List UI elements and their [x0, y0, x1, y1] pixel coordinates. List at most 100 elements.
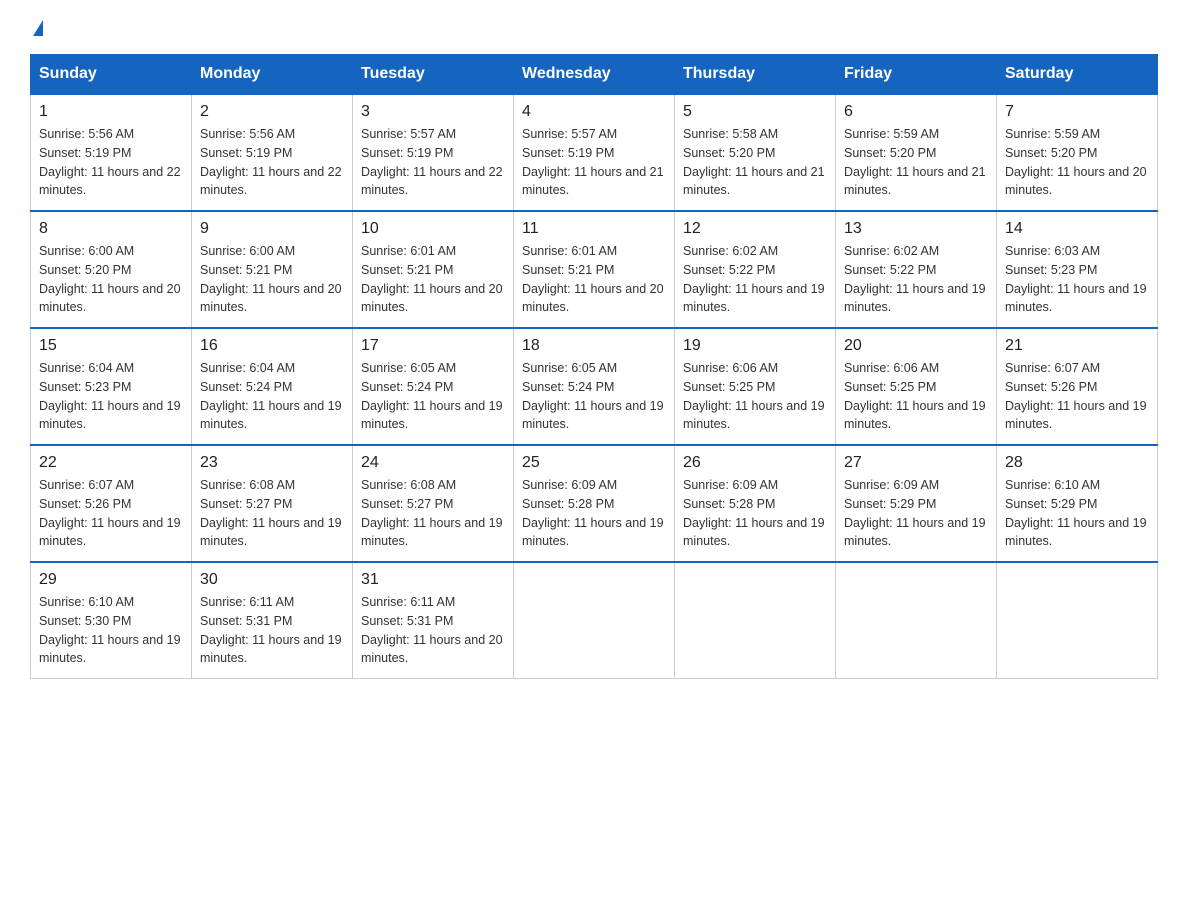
- sunset-label: Sunset: 5:23 PM: [1005, 263, 1097, 277]
- sunset-label: Sunset: 5:20 PM: [39, 263, 131, 277]
- day-info: Sunrise: 6:05 AM Sunset: 5:24 PM Dayligh…: [361, 359, 505, 434]
- calendar-cell: 15 Sunrise: 6:04 AM Sunset: 5:23 PM Dayl…: [31, 328, 192, 445]
- calendar-cell: 18 Sunrise: 6:05 AM Sunset: 5:24 PM Dayl…: [514, 328, 675, 445]
- sunset-label: Sunset: 5:26 PM: [1005, 380, 1097, 394]
- sunrise-label: Sunrise: 5:58 AM: [683, 127, 778, 141]
- daylight-label: Daylight: 11 hours and 20 minutes.: [361, 282, 503, 315]
- day-info: Sunrise: 6:06 AM Sunset: 5:25 PM Dayligh…: [844, 359, 988, 434]
- sunset-label: Sunset: 5:27 PM: [361, 497, 453, 511]
- day-number: 17: [361, 337, 505, 355]
- day-info: Sunrise: 6:01 AM Sunset: 5:21 PM Dayligh…: [361, 242, 505, 317]
- calendar-cell: 11 Sunrise: 6:01 AM Sunset: 5:21 PM Dayl…: [514, 211, 675, 328]
- weekday-header-monday: Monday: [192, 55, 353, 95]
- day-number: 1: [39, 103, 183, 121]
- daylight-label: Daylight: 11 hours and 19 minutes.: [844, 516, 986, 549]
- sunset-label: Sunset: 5:29 PM: [844, 497, 936, 511]
- day-info: Sunrise: 6:09 AM Sunset: 5:29 PM Dayligh…: [844, 476, 988, 551]
- day-info: Sunrise: 5:56 AM Sunset: 5:19 PM Dayligh…: [39, 125, 183, 200]
- daylight-label: Daylight: 11 hours and 19 minutes.: [522, 516, 664, 549]
- sunrise-label: Sunrise: 5:56 AM: [200, 127, 295, 141]
- day-number: 9: [200, 220, 344, 238]
- day-info: Sunrise: 6:05 AM Sunset: 5:24 PM Dayligh…: [522, 359, 666, 434]
- sunset-label: Sunset: 5:24 PM: [361, 380, 453, 394]
- sunset-label: Sunset: 5:20 PM: [1005, 146, 1097, 160]
- daylight-label: Daylight: 11 hours and 21 minutes.: [844, 165, 986, 198]
- daylight-label: Daylight: 11 hours and 22 minutes.: [361, 165, 503, 198]
- sunrise-label: Sunrise: 5:59 AM: [844, 127, 939, 141]
- day-info: Sunrise: 6:04 AM Sunset: 5:23 PM Dayligh…: [39, 359, 183, 434]
- daylight-label: Daylight: 11 hours and 19 minutes.: [39, 516, 181, 549]
- day-number: 21: [1005, 337, 1149, 355]
- calendar-cell: 14 Sunrise: 6:03 AM Sunset: 5:23 PM Dayl…: [997, 211, 1158, 328]
- sunset-label: Sunset: 5:25 PM: [844, 380, 936, 394]
- daylight-label: Daylight: 11 hours and 20 minutes.: [361, 633, 503, 666]
- day-info: Sunrise: 6:07 AM Sunset: 5:26 PM Dayligh…: [1005, 359, 1149, 434]
- calendar-cell: 3 Sunrise: 5:57 AM Sunset: 5:19 PM Dayli…: [353, 94, 514, 211]
- calendar-cell: 6 Sunrise: 5:59 AM Sunset: 5:20 PM Dayli…: [836, 94, 997, 211]
- sunset-label: Sunset: 5:19 PM: [39, 146, 131, 160]
- calendar-cell: 5 Sunrise: 5:58 AM Sunset: 5:20 PM Dayli…: [675, 94, 836, 211]
- calendar-cell: 22 Sunrise: 6:07 AM Sunset: 5:26 PM Dayl…: [31, 445, 192, 562]
- calendar-week-5: 29 Sunrise: 6:10 AM Sunset: 5:30 PM Dayl…: [31, 562, 1158, 679]
- sunrise-label: Sunrise: 6:10 AM: [1005, 478, 1100, 492]
- day-number: 30: [200, 571, 344, 589]
- day-info: Sunrise: 5:59 AM Sunset: 5:20 PM Dayligh…: [844, 125, 988, 200]
- day-info: Sunrise: 6:01 AM Sunset: 5:21 PM Dayligh…: [522, 242, 666, 317]
- daylight-label: Daylight: 11 hours and 19 minutes.: [200, 399, 342, 432]
- sunrise-label: Sunrise: 6:09 AM: [683, 478, 778, 492]
- sunset-label: Sunset: 5:22 PM: [844, 263, 936, 277]
- day-info: Sunrise: 5:56 AM Sunset: 5:19 PM Dayligh…: [200, 125, 344, 200]
- calendar-cell: 24 Sunrise: 6:08 AM Sunset: 5:27 PM Dayl…: [353, 445, 514, 562]
- logo-triangle-icon: [33, 20, 43, 36]
- sunrise-label: Sunrise: 6:01 AM: [361, 244, 456, 258]
- day-number: 2: [200, 103, 344, 121]
- sunrise-label: Sunrise: 6:02 AM: [844, 244, 939, 258]
- sunrise-label: Sunrise: 6:11 AM: [200, 595, 294, 609]
- sunset-label: Sunset: 5:24 PM: [200, 380, 292, 394]
- calendar-cell: 4 Sunrise: 5:57 AM Sunset: 5:19 PM Dayli…: [514, 94, 675, 211]
- day-number: 29: [39, 571, 183, 589]
- day-number: 31: [361, 571, 505, 589]
- sunrise-label: Sunrise: 6:04 AM: [39, 361, 134, 375]
- day-number: 20: [844, 337, 988, 355]
- daylight-label: Daylight: 11 hours and 19 minutes.: [361, 399, 503, 432]
- daylight-label: Daylight: 11 hours and 19 minutes.: [39, 633, 181, 666]
- day-info: Sunrise: 6:02 AM Sunset: 5:22 PM Dayligh…: [844, 242, 988, 317]
- sunset-label: Sunset: 5:20 PM: [683, 146, 775, 160]
- daylight-label: Daylight: 11 hours and 19 minutes.: [200, 633, 342, 666]
- sunrise-label: Sunrise: 6:09 AM: [522, 478, 617, 492]
- sunset-label: Sunset: 5:21 PM: [361, 263, 453, 277]
- page-header: [30, 20, 1158, 36]
- daylight-label: Daylight: 11 hours and 19 minutes.: [683, 399, 825, 432]
- sunset-label: Sunset: 5:28 PM: [683, 497, 775, 511]
- sunset-label: Sunset: 5:28 PM: [522, 497, 614, 511]
- calendar-cell: 17 Sunrise: 6:05 AM Sunset: 5:24 PM Dayl…: [353, 328, 514, 445]
- daylight-label: Daylight: 11 hours and 19 minutes.: [1005, 282, 1147, 315]
- sunrise-label: Sunrise: 6:00 AM: [39, 244, 134, 258]
- calendar-week-2: 8 Sunrise: 6:00 AM Sunset: 5:20 PM Dayli…: [31, 211, 1158, 328]
- sunrise-label: Sunrise: 6:06 AM: [683, 361, 778, 375]
- day-info: Sunrise: 6:11 AM Sunset: 5:31 PM Dayligh…: [361, 593, 505, 668]
- calendar-cell: [514, 562, 675, 679]
- sunset-label: Sunset: 5:26 PM: [39, 497, 131, 511]
- calendar-cell: 31 Sunrise: 6:11 AM Sunset: 5:31 PM Dayl…: [353, 562, 514, 679]
- daylight-label: Daylight: 11 hours and 19 minutes.: [361, 516, 503, 549]
- sunset-label: Sunset: 5:19 PM: [522, 146, 614, 160]
- day-number: 4: [522, 103, 666, 121]
- day-info: Sunrise: 6:10 AM Sunset: 5:29 PM Dayligh…: [1005, 476, 1149, 551]
- day-number: 28: [1005, 454, 1149, 472]
- sunrise-label: Sunrise: 6:10 AM: [39, 595, 134, 609]
- calendar-cell: 10 Sunrise: 6:01 AM Sunset: 5:21 PM Dayl…: [353, 211, 514, 328]
- calendar-cell: [675, 562, 836, 679]
- sunset-label: Sunset: 5:22 PM: [683, 263, 775, 277]
- day-info: Sunrise: 5:58 AM Sunset: 5:20 PM Dayligh…: [683, 125, 827, 200]
- day-info: Sunrise: 6:08 AM Sunset: 5:27 PM Dayligh…: [361, 476, 505, 551]
- day-number: 18: [522, 337, 666, 355]
- day-info: Sunrise: 6:02 AM Sunset: 5:22 PM Dayligh…: [683, 242, 827, 317]
- sunset-label: Sunset: 5:21 PM: [522, 263, 614, 277]
- sunset-label: Sunset: 5:27 PM: [200, 497, 292, 511]
- day-number: 14: [1005, 220, 1149, 238]
- sunset-label: Sunset: 5:25 PM: [683, 380, 775, 394]
- calendar-cell: 8 Sunrise: 6:00 AM Sunset: 5:20 PM Dayli…: [31, 211, 192, 328]
- sunset-label: Sunset: 5:20 PM: [844, 146, 936, 160]
